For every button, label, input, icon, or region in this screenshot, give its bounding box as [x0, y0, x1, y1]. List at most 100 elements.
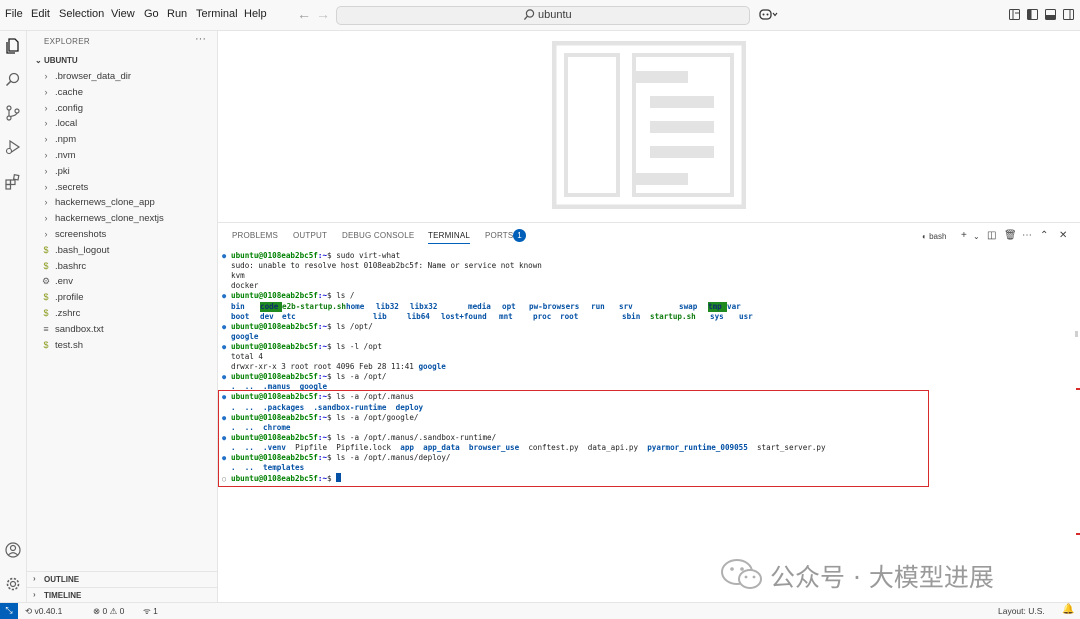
close-panel-icon[interactable]: ✕ [1059, 230, 1067, 241]
directory-entry: root [560, 311, 579, 321]
menu-go[interactable]: Go [144, 8, 159, 20]
problems-indicator[interactable]: ⊗ 0 ⚠ 0 [93, 606, 124, 617]
run-debug-icon[interactable] [4, 138, 22, 156]
tree-item[interactable]: › screenshots [27, 227, 217, 243]
tree-item[interactable]: › .config [27, 101, 217, 117]
menu-help[interactable]: Help [244, 8, 267, 20]
tree-item-label: hackernews_clone_nextjs [55, 213, 164, 225]
copilot-icon[interactable] [759, 8, 779, 22]
directory-entry: startup.sh [650, 311, 696, 321]
search-icon [523, 9, 535, 21]
menu-file[interactable]: File [5, 8, 23, 20]
trash-icon[interactable]: 🗑 [1004, 230, 1017, 241]
tree-item[interactable]: › .pki [27, 164, 217, 180]
shell-file-icon: $ [43, 244, 49, 255]
menu-terminal[interactable]: Terminal [196, 8, 238, 20]
remote-indicator-icon[interactable]: ⤡ [0, 603, 18, 619]
tree-item[interactable]: › .secrets [27, 180, 217, 196]
tree-item-label: .cache [55, 86, 83, 98]
tree-item[interactable]: › .local [27, 116, 217, 132]
tree-item[interactable]: ≡ sandbox.txt [27, 322, 217, 338]
tree-item[interactable]: $ test.sh [27, 338, 217, 354]
more-actions-icon[interactable]: ··· [195, 33, 206, 45]
tree-item-label: hackernews_clone_app [55, 197, 155, 209]
tab-terminal[interactable]: TERMINAL [428, 231, 471, 244]
command-status-dot-icon[interactable]: ● [222, 322, 231, 332]
scrollbar-marker [1076, 388, 1080, 390]
split-terminal-icon[interactable]: ◫ [987, 230, 996, 241]
timeline-section[interactable]: › TIMELINE [27, 587, 217, 603]
shell-file-icon: $ [43, 292, 49, 303]
terminal-shell-selector[interactable]: ◐ bash [922, 232, 946, 241]
command-status-dot-icon[interactable]: ● [222, 251, 231, 261]
explorer-sidebar: EXPLORER ··· ⌄ UBUNTU › .browser_data_dir… [27, 31, 218, 602]
toggle-panel-icon[interactable] [1045, 9, 1056, 20]
tab-debug-console[interactable]: DEBUG CONSOLE [342, 231, 414, 240]
command-status-dot-icon[interactable]: ● [222, 342, 231, 352]
extensions-icon[interactable] [4, 173, 22, 191]
notifications-bell-icon[interactable]: 🔔 [1062, 604, 1074, 615]
account-icon[interactable] [4, 541, 22, 559]
tree-item[interactable]: › hackernews_clone_nextjs [27, 211, 217, 227]
files-explorer-icon[interactable] [4, 37, 22, 55]
directory-entry: pw-browsers [529, 301, 580, 311]
tree-item[interactable]: $ .zshrc [27, 306, 217, 322]
chevron-right-icon: › [44, 118, 48, 129]
terminal-line: google [222, 332, 258, 342]
menu-edit[interactable]: Edit [31, 8, 50, 20]
command-center-search[interactable]: ubuntu [336, 6, 750, 25]
outline-label: OUTLINE [44, 575, 80, 584]
outline-section[interactable]: › OUTLINE [27, 571, 217, 587]
tree-item[interactable]: $ .bashrc [27, 259, 217, 275]
terminal-output-text: docker [231, 281, 259, 291]
search-view-icon[interactable] [4, 71, 22, 89]
new-terminal-icon[interactable]: + [961, 230, 967, 241]
tree-item[interactable]: ⚙ .env [27, 274, 217, 290]
tab-problems[interactable]: PROBLEMS [232, 231, 278, 240]
tree-item[interactable]: › .cache [27, 85, 217, 101]
chevron-down-icon[interactable]: ⌄ [973, 232, 980, 241]
command-status-dot-icon[interactable]: ● [222, 291, 231, 301]
back-arrow-icon[interactable]: ← [297, 6, 311, 22]
version-indicator[interactable]: ⟲ v0.40.1 [25, 606, 62, 617]
keyboard-layout[interactable]: Layout: U.S. [998, 606, 1045, 616]
prompt-symbol: $ [327, 291, 337, 301]
tree-item-label: .profile [55, 292, 84, 304]
terminal-line: boot dev etc lib lib64 lost+found mnt proc root s… [222, 312, 758, 322]
shell-name: bash [929, 232, 947, 241]
workspace-title[interactable]: ⌄ UBUNTU [35, 56, 78, 65]
tab-output[interactable]: OUTPUT [293, 231, 327, 240]
manage-gear-icon[interactable] [4, 575, 22, 593]
tree-item[interactable]: › .browser_data_dir [27, 69, 217, 85]
tree-item-label: .browser_data_dir [55, 71, 132, 82]
search-text: ubuntu [538, 9, 572, 21]
customize-layout-icon[interactable] [1009, 9, 1020, 20]
forward-arrow-icon[interactable]: → [316, 6, 330, 22]
source-control-icon[interactable] [4, 104, 22, 122]
terminal-line: ● ubuntu@0108eab2bc5f:~$ ls /opt/ [222, 322, 373, 332]
gear-file-icon: ⚙ [41, 276, 51, 287]
highlight-annotation-box [218, 390, 929, 487]
directory-entry: home [346, 301, 365, 311]
tree-item[interactable]: $ .bash_logout [27, 243, 217, 259]
prompt-path: :~ [317, 291, 328, 301]
maximize-panel-icon[interactable]: ⌃ [1040, 230, 1048, 241]
tree-item-label: .local [55, 118, 78, 130]
prompt-symbol: $ [327, 341, 337, 351]
tree-item[interactable]: › hackernews_clone_app [27, 195, 217, 211]
more-actions-icon[interactable]: ⋯ [1022, 230, 1032, 241]
ports-indicator[interactable]: ᯤ 1 [143, 606, 158, 617]
chevron-right-icon: › [44, 229, 48, 239]
menu-selection[interactable]: Selection [59, 8, 104, 20]
tree-item[interactable]: › .nvm [27, 148, 217, 164]
terminal-line: total 4 [222, 352, 263, 362]
toggle-sidebar-icon[interactable] [1027, 9, 1038, 20]
menu-run[interactable]: Run [167, 8, 187, 20]
toggle-secondary-sidebar-icon[interactable] [1063, 9, 1074, 20]
tree-item[interactable]: › .npm [27, 132, 217, 148]
terminal-line: sudo: unable to resolve host 0108eab2bc5… [222, 261, 542, 271]
command-status-dot-icon[interactable]: ● [222, 372, 231, 382]
menu-view[interactable]: View [111, 8, 135, 20]
tree-item[interactable]: $ .profile [27, 290, 217, 306]
tab-ports[interactable]: PORTS [485, 231, 513, 240]
